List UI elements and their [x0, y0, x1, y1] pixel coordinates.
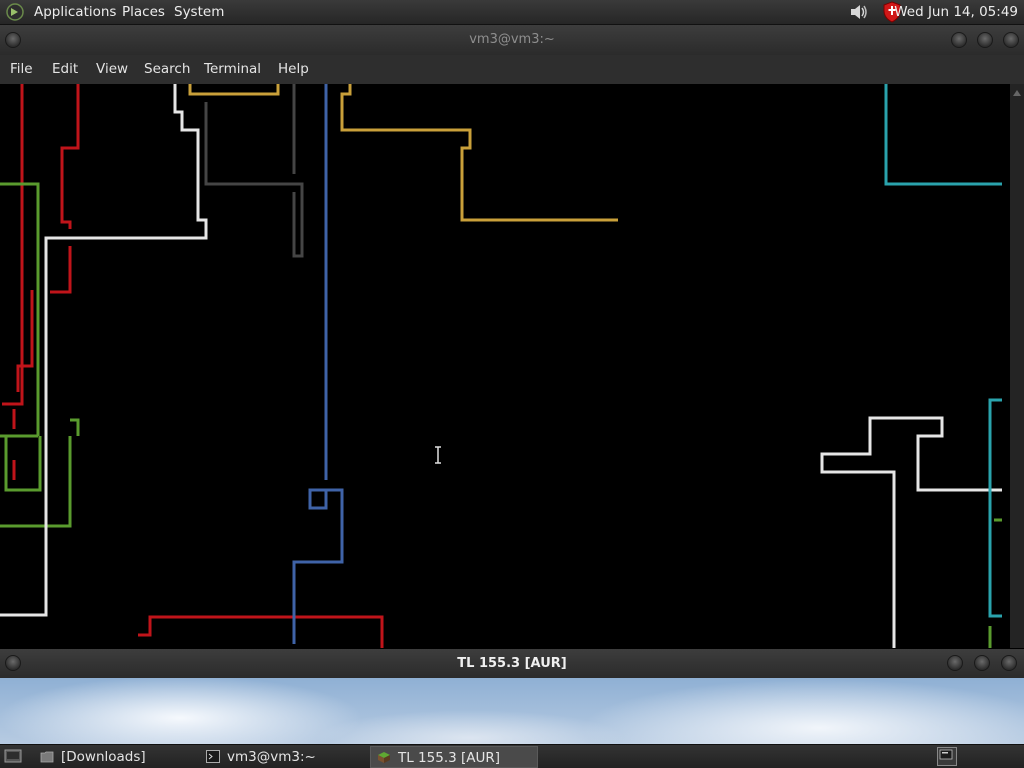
- tl-titlebar[interactable]: TL 155.3 [AUR]: [0, 649, 1024, 678]
- pipe-cyan: [884, 84, 1002, 618]
- menu-help[interactable]: Help: [278, 55, 309, 84]
- menu-file[interactable]: File: [10, 55, 33, 84]
- taskbar-item-downloads[interactable]: [Downloads]: [34, 746, 196, 768]
- terminal-scrollbar[interactable]: [1010, 84, 1024, 648]
- applications-menu[interactable]: Applications: [34, 0, 116, 24]
- pipes-screensaver: [0, 84, 1002, 648]
- taskbar-item-tl[interactable]: TL 155.3 [AUR]: [370, 746, 538, 768]
- workspace-switcher-icon[interactable]: [937, 747, 957, 766]
- file-manager-icon: [40, 751, 54, 763]
- terminal-content[interactable]: [0, 84, 1010, 648]
- taskbar: [Downloads] vm3@vm3:~ TL 155.3 [AUR]: [0, 744, 1024, 768]
- minimize-button[interactable]: [947, 655, 963, 671]
- terminal-titlebar[interactable]: vm3@vm3:~: [0, 25, 1024, 55]
- pipe-blue: [292, 84, 344, 644]
- taskbar-item-label: [Downloads]: [61, 749, 146, 765]
- menu-edit[interactable]: Edit: [52, 55, 78, 84]
- scroll-up-icon[interactable]: [1013, 90, 1021, 96]
- text-cursor-icon: [435, 446, 441, 464]
- menu-terminal[interactable]: Terminal: [204, 55, 261, 84]
- pipe-gray: [204, 84, 304, 258]
- taskbar-item-label: vm3@vm3:~: [227, 749, 316, 765]
- taskbar-item-label: TL 155.3 [AUR]: [398, 750, 501, 766]
- clock[interactable]: Wed Jun 14, 05:49: [894, 0, 1018, 24]
- close-button[interactable]: [1003, 32, 1019, 48]
- top-panel: Applications Places System Wed Jun 14, 0…: [0, 0, 1024, 25]
- terminal-icon: [206, 750, 220, 763]
- terminal-menubar: File Edit View Search Terminal Help: [0, 55, 1024, 84]
- pipe-white: [0, 84, 1002, 648]
- maximize-button[interactable]: [974, 655, 990, 671]
- system-menu[interactable]: System: [174, 0, 224, 24]
- menu-search[interactable]: Search: [144, 55, 190, 84]
- tl-game-view[interactable]: [0, 678, 1024, 744]
- window-title: TL 155.3 [AUR]: [457, 656, 567, 671]
- minecraft-block-icon: [378, 752, 390, 763]
- menu-view[interactable]: View: [96, 55, 128, 84]
- pipe-green: [0, 182, 1002, 648]
- taskbar-item-terminal[interactable]: vm3@vm3:~: [200, 746, 366, 768]
- minimize-button[interactable]: [951, 32, 967, 48]
- speaker-icon[interactable]: [848, 2, 870, 22]
- pipe-yellow: [188, 84, 618, 222]
- show-desktop-icon[interactable]: [4, 749, 22, 764]
- places-menu[interactable]: Places: [122, 0, 165, 24]
- close-button[interactable]: [1001, 655, 1017, 671]
- distro-logo-icon[interactable]: [6, 3, 24, 21]
- window-title: vm3@vm3:~: [469, 32, 555, 47]
- maximize-button[interactable]: [977, 32, 993, 48]
